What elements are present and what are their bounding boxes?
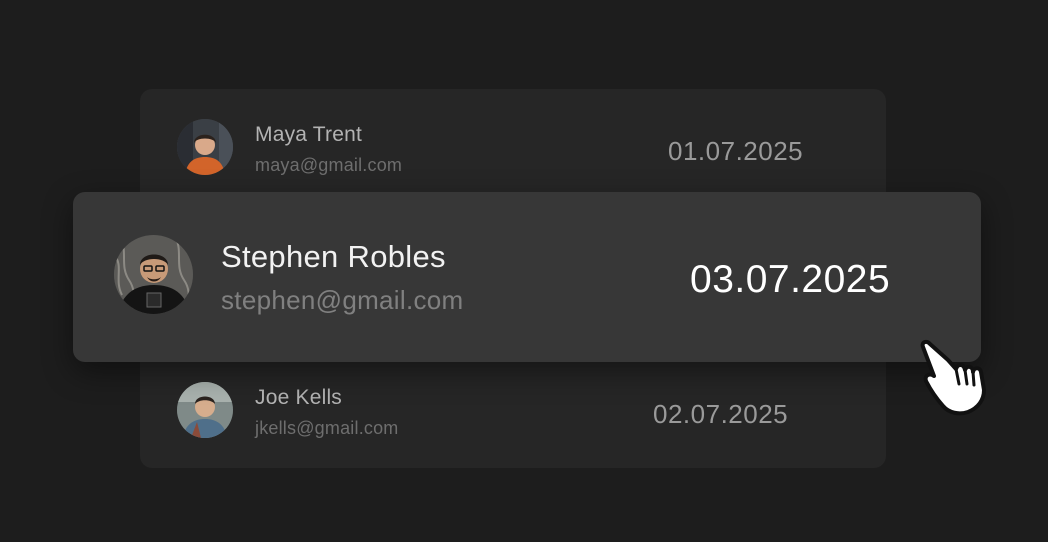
user-email: stephen@gmail.com <box>221 285 464 315</box>
avatar <box>114 235 193 314</box>
hand-pointer-icon <box>918 336 992 418</box>
avatar-photo-icon <box>114 235 193 314</box>
avatar-photo-icon <box>177 382 233 438</box>
avatar <box>177 119 233 175</box>
avatar-photo-icon <box>177 119 233 175</box>
user-email: jkells@gmail.com <box>255 418 399 438</box>
user-row-maya[interactable]: Maya Trent maya@gmail.com 01.07.2025 <box>140 103 886 203</box>
user-row-stephen[interactable]: Stephen Robles stephen@gmail.com 03.07.2… <box>73 192 981 362</box>
user-date: 01.07.2025 <box>668 136 804 166</box>
user-date: 03.07.2025 <box>690 258 891 301</box>
user-email: maya@gmail.com <box>255 155 403 175</box>
user-name: Stephen Robles <box>221 239 446 274</box>
avatar <box>177 382 233 438</box>
user-row-joe[interactable]: Joe Kells jkells@gmail.com 02.07.2025 <box>140 366 886 466</box>
user-name: Joe Kells <box>255 386 343 409</box>
user-date: 02.07.2025 <box>653 399 789 429</box>
user-name: Maya Trent <box>255 123 363 146</box>
